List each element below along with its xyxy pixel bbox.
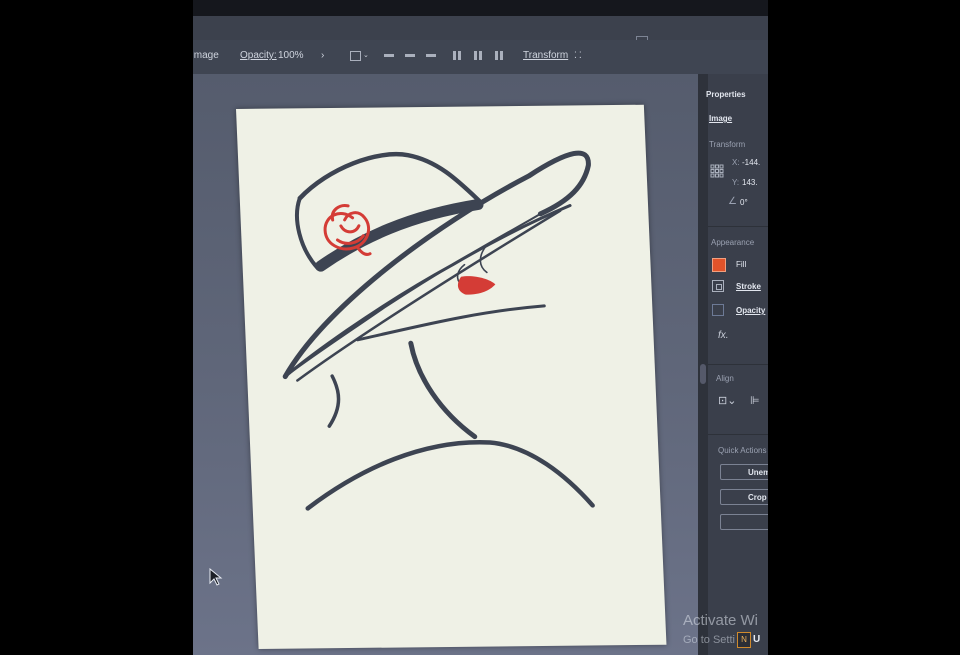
quick-action-button-1[interactable]: Unem — [720, 464, 768, 480]
angle-value-field[interactable]: 0° — [740, 198, 748, 207]
fill-label: Fill — [736, 260, 747, 269]
y-label: Y: — [732, 178, 740, 187]
align-bottom-icon[interactable] — [495, 50, 505, 61]
x-value-field[interactable]: -144. — [742, 158, 760, 167]
x-label: X: — [732, 158, 740, 167]
panel-scrollbar-thumb[interactable] — [700, 364, 706, 384]
title-bar — [193, 16, 768, 48]
taskbar-app-icon[interactable]: N — [737, 632, 751, 648]
transform-link[interactable]: Transform — [523, 50, 568, 61]
stroke-icon[interactable] — [712, 280, 724, 292]
stroke-link[interactable]: Stroke — [736, 282, 761, 291]
artboard[interactable] — [236, 104, 667, 649]
lips-shape[interactable] — [457, 276, 496, 295]
align-to-dropdown-icon[interactable]: ⊡⌄ — [718, 394, 736, 407]
properties-panel: Properties Image Transform X: -144. Y: 1… — [698, 74, 768, 655]
fx-button[interactable]: fx. — [718, 330, 729, 341]
activate-windows-watermark: Activate Wi — [683, 612, 759, 629]
y-value-field[interactable]: 143. — [742, 178, 758, 187]
chevron-right-icon[interactable]: › — [321, 50, 324, 61]
angle-icon: ∠ — [728, 196, 737, 207]
control-bar-image-label: Image — [193, 50, 219, 61]
fill-swatch[interactable] — [712, 258, 726, 272]
image-section-title: Image — [709, 114, 733, 123]
align-center-icon[interactable] — [405, 50, 417, 61]
more-options-icon[interactable]: ⁚⁚ — [574, 50, 584, 61]
top-bezel — [193, 0, 768, 16]
panel-divider — [708, 434, 768, 435]
align-to-icon[interactable] — [350, 51, 361, 61]
transform-section-title: Transform — [709, 140, 746, 149]
canvas-workspace[interactable] — [193, 74, 698, 655]
align-left-icon[interactable] — [384, 50, 396, 61]
control-bar-opacity-value[interactable]: 100% — [278, 50, 304, 61]
panel-divider — [708, 226, 768, 227]
quick-action-button-2[interactable]: Crop I — [720, 489, 768, 505]
appearance-section-title: Appearance — [711, 238, 755, 247]
taskbar-app-label[interactable]: U — [753, 634, 760, 645]
opacity-icon[interactable] — [712, 304, 724, 316]
properties-tab[interactable]: Properties — [706, 90, 746, 99]
chevron-down-icon[interactable]: ⌄ — [363, 51, 369, 59]
opacity-link[interactable]: Opacity — [736, 306, 765, 315]
align-middle-icon[interactable] — [474, 50, 484, 61]
mouse-cursor-icon — [209, 568, 223, 586]
monitor-screen: Image Opacity: 100% › ⌄ Transform ⁚⁚ Pro… — [193, 0, 768, 655]
align-right-icon[interactable] — [426, 50, 438, 61]
quick-actions-title: Quick Actions — [718, 446, 767, 455]
reference-point-icon[interactable] — [710, 164, 724, 178]
align-top-icon[interactable] — [453, 50, 463, 61]
quick-action-button-3[interactable] — [720, 514, 768, 530]
line-art-illustration[interactable] — [236, 105, 666, 649]
activate-windows-subtext: Go to Setti — [683, 634, 735, 646]
control-bar-opacity-label[interactable]: Opacity: — [240, 50, 277, 61]
panel-divider — [708, 364, 768, 365]
align-section-title: Align — [716, 374, 734, 383]
control-bar: Image Opacity: 100% › ⌄ Transform ⁚⁚ — [193, 40, 768, 74]
align-left-panel-icon[interactable]: ⊫ — [750, 394, 760, 407]
panel-scrollbar[interactable] — [698, 74, 708, 655]
